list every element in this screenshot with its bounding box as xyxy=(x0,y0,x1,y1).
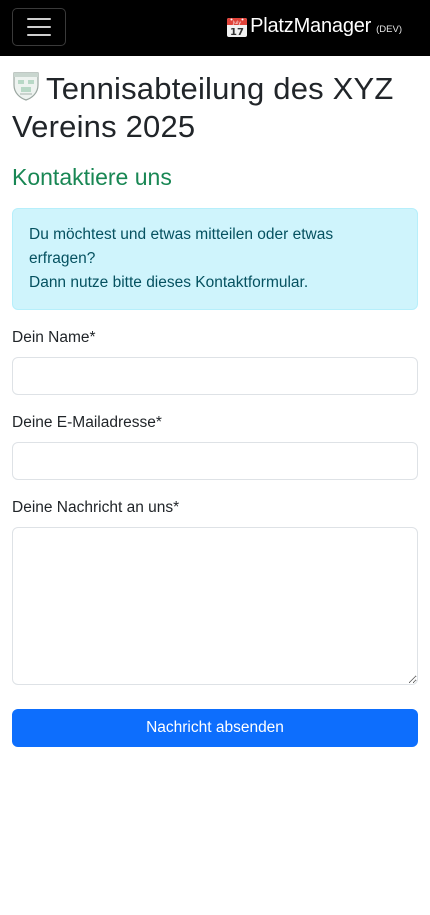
section-subtitle: Kontaktiere uns xyxy=(12,164,172,190)
alert-line-1: Du möchtest und etwas mitteilen oder etw… xyxy=(29,226,334,267)
main-content: Tennisabteilung des XYZ Vereins 2025 Kon… xyxy=(0,70,430,747)
calendar-month: July xyxy=(232,20,241,26)
name-input[interactable] xyxy=(12,357,418,395)
hamburger-menu-icon[interactable] xyxy=(12,8,66,46)
top-navbar: July 17 PlatzManager (DEV) xyxy=(0,0,430,56)
environment-tag: (DEV) xyxy=(376,24,402,35)
club-crest-icon xyxy=(13,72,39,101)
submit-button[interactable]: Nachricht absenden xyxy=(12,709,418,747)
alert-line-2: Dann nutze bitte dieses Kontaktformular. xyxy=(29,274,309,291)
menu-bar xyxy=(27,34,51,36)
message-textarea[interactable] xyxy=(12,527,418,685)
menu-bar xyxy=(27,18,51,20)
page-title: Tennisabteilung des XYZ Vereins 2025 xyxy=(12,70,418,146)
email-label: Deine E-Mailadresse* xyxy=(12,414,162,431)
menu-bar xyxy=(27,26,51,28)
calendar-icon: July 17 xyxy=(227,17,248,38)
calendar-day: 17 xyxy=(230,27,244,38)
email-input[interactable] xyxy=(12,442,418,480)
message-label: Deine Nachricht an uns* xyxy=(12,499,180,516)
brand-link[interactable]: July 17 PlatzManager (DEV) xyxy=(226,15,402,38)
info-alert: Du möchtest und etwas mitteilen oder etw… xyxy=(12,208,418,310)
page-title-text: Tennisabteilung des XYZ Vereins 2025 xyxy=(12,71,394,144)
name-label: Dein Name* xyxy=(12,329,96,346)
brand-name: PlatzManager xyxy=(250,15,372,37)
contact-form: Dein Name* Deine E-Mailadresse* Deine Na… xyxy=(12,327,418,747)
